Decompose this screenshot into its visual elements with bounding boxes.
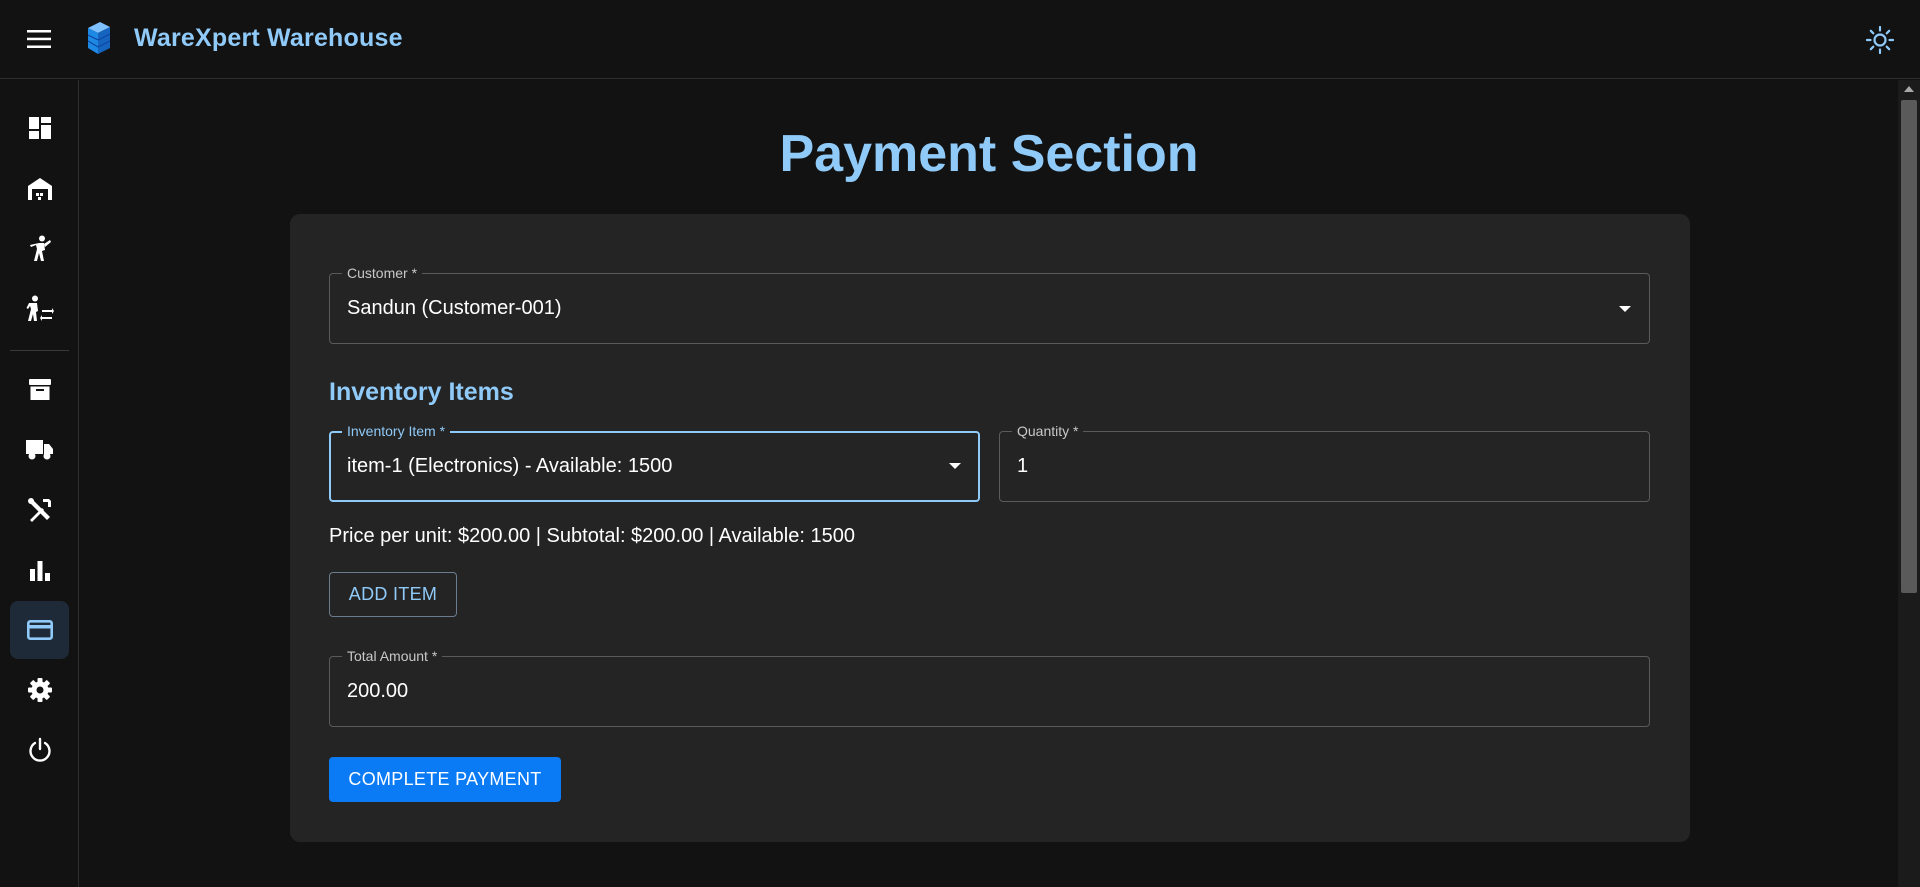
- page-title: Payment Section: [779, 125, 1199, 183]
- customer-value: Sandun (Customer-001): [347, 297, 562, 319]
- person-transfer-icon[interactable]: [10, 280, 69, 338]
- customer-select[interactable]: Customer * Sandun (Customer-001): [329, 265, 1650, 344]
- archive-box-icon[interactable]: [10, 361, 69, 419]
- total-amount-field[interactable]: Total Amount * 200.00: [329, 648, 1650, 727]
- scrollbar-thumb[interactable]: [1901, 100, 1917, 593]
- bar-chart-icon[interactable]: [10, 541, 69, 599]
- person-walking-icon[interactable]: [10, 220, 69, 278]
- price-summary: Price per unit: $200.00 | Subtotal: $200…: [329, 525, 855, 547]
- quantity-field[interactable]: Quantity * 1: [999, 423, 1650, 502]
- sun-icon[interactable]: [1862, 22, 1898, 58]
- inventory-item-select[interactable]: Inventory Item * item-1 (Electronics) - …: [329, 423, 980, 502]
- sidebar-divider: [10, 350, 69, 351]
- stacked-blocks-logo-icon: [84, 20, 112, 56]
- sidebar-nav: [0, 80, 79, 887]
- app-title: WareXpert Warehouse: [134, 24, 403, 52]
- hamburger-menu-icon[interactable]: [22, 22, 56, 56]
- complete-payment-button[interactable]: COMPLETE PAYMENT: [329, 757, 561, 802]
- page-scrollbar[interactable]: [1898, 80, 1920, 887]
- add-item-button[interactable]: ADD ITEM: [329, 572, 457, 617]
- inventory-item-value: item-1 (Electronics) - Available: 1500: [347, 455, 673, 477]
- warehouse-icon[interactable]: [10, 160, 69, 218]
- scroll-up-arrow-icon[interactable]: [1904, 86, 1914, 92]
- gear-icon[interactable]: [10, 661, 69, 719]
- total-amount-value: 200.00: [347, 680, 409, 702]
- dashboard-icon[interactable]: [10, 99, 69, 157]
- app-bar: WareXpert Warehouse: [0, 0, 1920, 79]
- chevron-down-icon: [1619, 305, 1631, 312]
- inventory-items-heading: Inventory Items: [329, 378, 514, 406]
- power-icon[interactable]: [10, 721, 69, 779]
- credit-card-icon[interactable]: [10, 601, 69, 659]
- quantity-value: 1: [1017, 455, 1029, 477]
- truck-icon[interactable]: [10, 421, 69, 479]
- chevron-down-icon: [949, 462, 961, 469]
- tools-icon[interactable]: [10, 481, 69, 539]
